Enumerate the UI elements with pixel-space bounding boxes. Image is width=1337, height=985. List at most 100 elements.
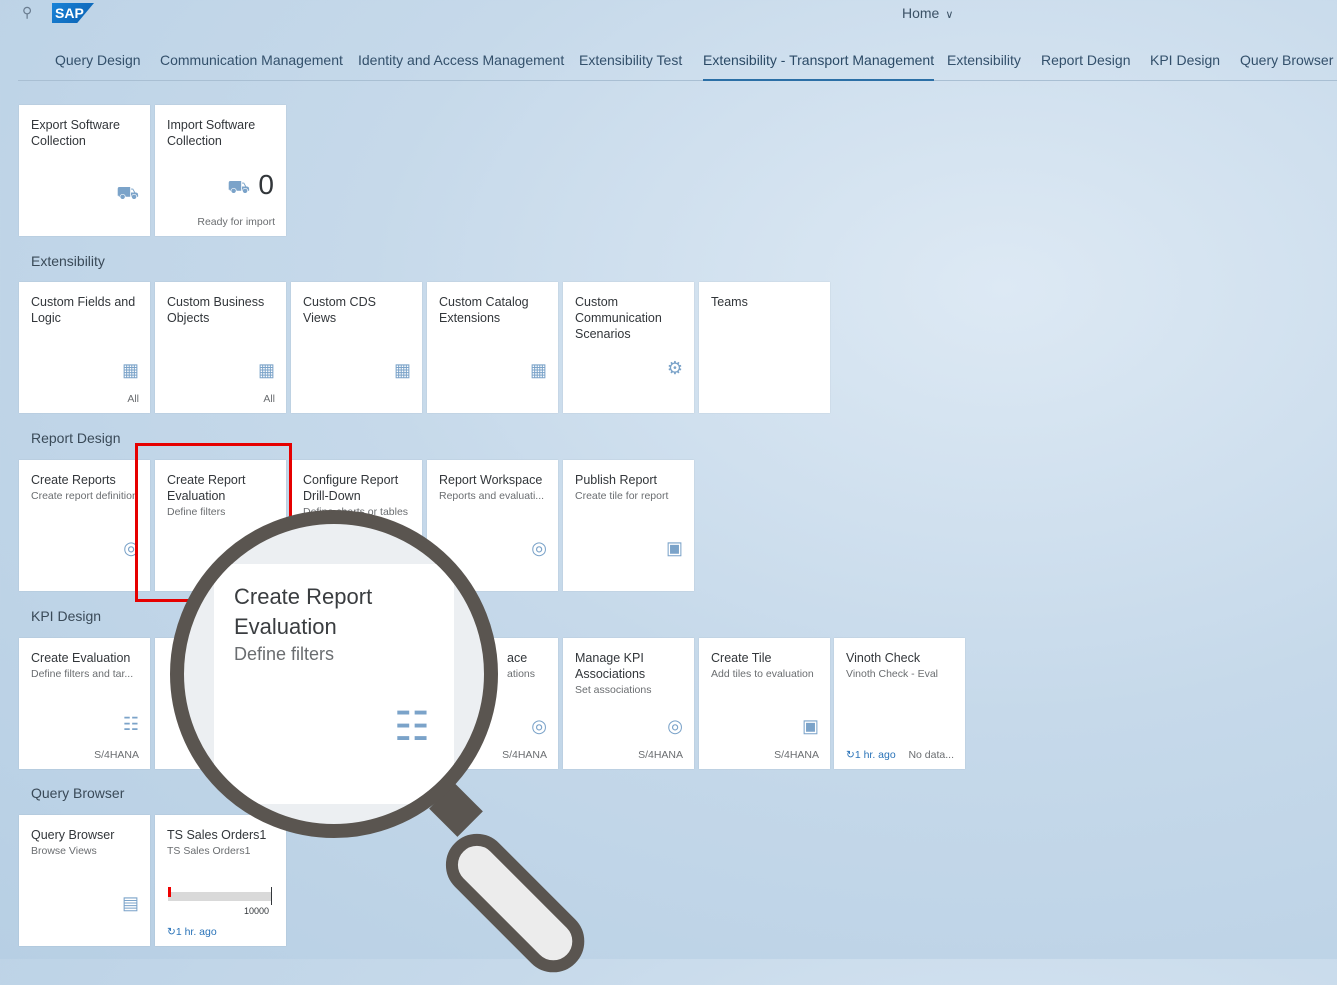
tab-kpi-design[interactable]: KPI Design	[1150, 52, 1220, 68]
tab-communication-management[interactable]: Communication Management	[160, 52, 343, 68]
puzzle-icon: ▦	[257, 360, 275, 380]
tile-export-software-collection[interactable]: Export Software Collection ⛟	[19, 105, 150, 236]
tile-custom-communication-scenarios[interactable]: Custom Communication Scenarios ⚙	[563, 282, 694, 413]
tile-footer: All	[263, 393, 275, 405]
tile-subtitle: Reports and evaluati...	[439, 490, 545, 502]
tile-create-tile[interactable]: Create Tile Add tiles to evaluation ▣ S/…	[699, 638, 830, 769]
tile-create-reports[interactable]: Create Reports Create report definition …	[19, 460, 150, 591]
tile-number: 0	[258, 169, 274, 200]
tile-footer: S/4HANA	[638, 749, 683, 761]
refresh-icon: ↻	[167, 926, 176, 938]
tile-title: Custom Catalog Extensions	[439, 295, 529, 325]
tile-custom-fields[interactable]: Custom Fields and Logic ▦ All	[19, 282, 150, 413]
tile-footer: S/4HANA	[774, 749, 819, 761]
grid-icon: ▦	[393, 360, 411, 380]
tile-footer: No data...	[908, 749, 954, 761]
refresh-status[interactable]: ↻1 hr. ago	[167, 926, 217, 938]
refresh-icon: ↻	[846, 749, 855, 761]
tile-teams[interactable]: Teams	[699, 282, 830, 413]
tile-subtitle: Set associations	[575, 684, 652, 696]
tile-title: Create Reports	[31, 473, 116, 487]
tile-custom-business-objects[interactable]: Custom Business Objects ▦ All	[155, 282, 286, 413]
tile-icon: ▣	[665, 538, 683, 558]
puzzle-icon: ▦	[529, 360, 547, 380]
tile-title: Custom Fields and Logic	[31, 295, 136, 325]
tab-bar: Query Design Communication Management Id…	[18, 42, 1337, 81]
tile-custom-cds-views[interactable]: Custom CDS Views ▦	[291, 282, 422, 413]
gear-icon: ⚙	[666, 358, 683, 378]
tile-footer: Ready for import	[197, 216, 275, 228]
tile-custom-catalog-extensions[interactable]: Custom Catalog Extensions ▦	[427, 282, 558, 413]
truck-icon: ⛟	[227, 177, 250, 197]
refresh-label: 1 hr. ago	[854, 749, 896, 761]
home-label: Home	[902, 5, 940, 21]
clipboard-add-icon: ☷	[122, 714, 139, 734]
tile-title: Publish Report	[575, 473, 657, 487]
tile-subtitle: Browse Views	[31, 845, 97, 857]
tile-manage-kpi-associations[interactable]: Manage KPI Associations Set associations…	[563, 638, 694, 769]
tab-query-design[interactable]: Query Design	[55, 52, 141, 68]
tile-subtitle: Vinoth Check - Eval	[846, 668, 939, 680]
tile-title: Report Workspace	[439, 473, 543, 487]
tile-subtitle: TS Sales Orders1	[167, 845, 251, 857]
bullet-target	[271, 887, 272, 905]
tile-query-browser[interactable]: Query Browser Browse Views ▤	[19, 815, 150, 946]
tile-footer: S/4HANA	[502, 749, 547, 761]
clipboard-add-icon: ☷	[394, 705, 430, 749]
tile-subtitle: Define filters and tar...	[31, 668, 134, 680]
section-title-kpi-design: KPI Design	[31, 608, 102, 624]
tab-extensibility-transport[interactable]: Extensibility - Transport Management	[703, 52, 935, 81]
magnified-subtitle: Define filters	[234, 644, 335, 664]
magnified-title: Create Report Evaluation	[234, 584, 373, 639]
tile-subtitle: Create report definition	[31, 490, 138, 502]
tab-extensibility-test[interactable]: Extensibility Test	[579, 52, 682, 68]
tile-footer: All	[127, 393, 139, 405]
bullet-marker	[168, 887, 171, 897]
home-menu[interactable]: Home ∨	[902, 5, 953, 21]
bullet-bar	[168, 892, 271, 901]
truck-icon: ⛟	[116, 183, 139, 203]
tile-title: Create Evaluation	[31, 651, 131, 665]
tile-title: Custom Communication Scenarios	[575, 295, 662, 341]
target-icon: ◎	[531, 538, 547, 558]
section-title-report-design: Report Design	[31, 430, 121, 446]
tile-title: Configure Report Drill-Down	[303, 473, 399, 503]
tile-vinoth-check[interactable]: Vinoth Check Vinoth Check - Eval ↻1 hr. …	[834, 638, 965, 769]
tile-create-evaluation[interactable]: Create Evaluation Define filters and tar…	[19, 638, 150, 769]
puzzle-icon: ▦	[121, 360, 139, 380]
monitor-icon: ▤	[121, 893, 139, 913]
refresh-status[interactable]: ↻1 hr. ago	[846, 749, 896, 761]
tile-publish-report[interactable]: Publish Report Create tile for report ▣	[563, 460, 694, 591]
tile-title: Vinoth Check	[846, 651, 921, 665]
tile-title: Query Browser	[31, 828, 115, 842]
bullet-label: 10000	[243, 906, 269, 916]
tab-query-browser[interactable]: Query Browser	[1240, 52, 1333, 68]
tab-extensibility[interactable]: Extensibility	[947, 52, 1021, 68]
section-title-extensibility: Extensibility	[31, 253, 105, 269]
sap-logo[interactable]: SAP	[52, 3, 94, 23]
chevron-down-icon: ∨	[945, 9, 954, 21]
tile-ts-sales-orders[interactable]: TS Sales Orders1 TS Sales Orders1 10000 …	[155, 815, 286, 946]
tile-footer: S/4HANA	[94, 749, 139, 761]
tile-subtitle: Add tiles to evaluation	[711, 668, 814, 680]
magnifier-handle	[433, 821, 598, 985]
tile-title: Create Tile	[711, 651, 772, 665]
tile-title: Import Software Collection	[167, 118, 256, 148]
tile-icon: ▣	[801, 716, 819, 736]
tile-title: Manage KPI Associations	[575, 651, 646, 681]
tile-import-software-collection[interactable]: Import Software Collection ⛟ 0 Ready for…	[155, 105, 286, 236]
tab-identity-access[interactable]: Identity and Access Management	[358, 52, 564, 68]
section-title-query-browser: Query Browser	[31, 785, 125, 801]
tab-report-design[interactable]: Report Design	[1041, 52, 1131, 68]
tile-title: TS Sales Orders1	[167, 828, 267, 842]
target-icon: ◎	[531, 716, 547, 736]
refresh-label: 1 hr. ago	[175, 926, 217, 938]
tile-title: Teams	[711, 295, 748, 309]
tile-title: Custom CDS Views	[303, 295, 376, 325]
tile-title: Export Software Collection	[31, 118, 120, 148]
magnifier-lens: Create Report Evaluation Define filters …	[170, 510, 498, 838]
target-icon: ◎	[667, 716, 683, 736]
tile-title: Custom Business Objects	[167, 295, 265, 325]
tile-subtitle: Create tile for report	[575, 490, 669, 502]
user-icon[interactable]: ⚲	[22, 4, 38, 22]
